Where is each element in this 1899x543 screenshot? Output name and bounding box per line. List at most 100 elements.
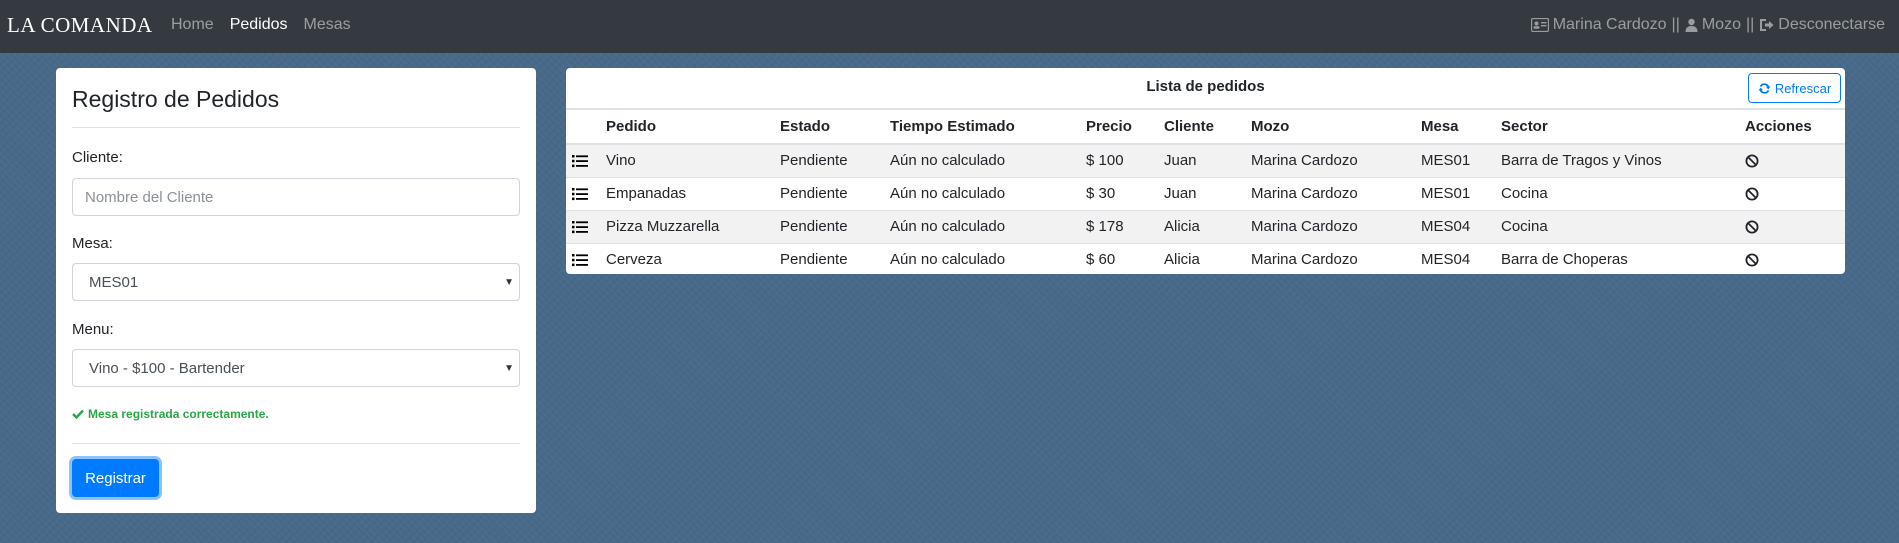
row-list-icon-cell[interactable]	[566, 143, 606, 177]
navbar: LA COMANDA Home Pedidos Mesas Marina Car…	[0, 0, 1899, 53]
header-row: Pedido Estado Tiempo Estimado Precio Cli…	[566, 108, 1845, 145]
mesa-select-value: MES01	[89, 273, 139, 291]
cell-pedido: Vino	[606, 143, 780, 177]
orders-card: Lista de pedidos Refrescar Pedido Estado…	[566, 68, 1845, 274]
cliente-input[interactable]	[72, 178, 520, 216]
cell-tiempo: Aún no calculado	[890, 209, 1086, 243]
menu-select[interactable]: Vino - $100 - Bartender ▼	[72, 349, 520, 387]
table-row: Cerveza Pendiente Aún no calculado $ 60 …	[566, 242, 1845, 274]
list-icon	[572, 253, 588, 266]
table-row: Empanadas Pendiente Aún no calculado $ 3…	[566, 176, 1845, 210]
mesa-label: Mesa:	[72, 235, 113, 252]
logout-link[interactable]: Desconectarse	[1759, 16, 1885, 34]
cell-cliente: Juan	[1164, 143, 1251, 177]
cell-acciones	[1745, 242, 1845, 274]
user-menu: Marina Cardozo || Mozo || Desconectarse	[1530, 16, 1885, 34]
chevron-down-icon: ▼	[504, 363, 514, 374]
id-card-icon	[1530, 18, 1549, 32]
header-precio: Precio	[1086, 108, 1164, 145]
header-icon-col	[566, 108, 606, 145]
separator: ||	[1745, 16, 1755, 33]
mesa-select[interactable]: MES01 ▼	[72, 263, 520, 301]
nav-link-pedidos[interactable]: Pedidos	[230, 16, 288, 34]
row-list-icon-cell[interactable]	[566, 242, 606, 274]
cell-precio: $ 60	[1086, 242, 1164, 274]
cell-mesa: MES01	[1421, 176, 1501, 210]
cell-cliente: Juan	[1164, 176, 1251, 210]
success-message: Mesa registrada correctamente.	[72, 407, 269, 421]
cell-estado: Pendiente	[780, 176, 890, 210]
user-name: Marina Cardozo	[1552, 16, 1667, 33]
user-name-item: Marina Cardozo	[1530, 16, 1667, 34]
header-cliente: Cliente	[1164, 108, 1251, 145]
cell-tiempo: Aún no calculado	[890, 143, 1086, 177]
header-estado: Estado	[780, 108, 890, 145]
orders-title: Lista de pedidos	[1146, 78, 1265, 95]
nav-link-home[interactable]: Home	[171, 16, 214, 34]
cell-precio: $ 30	[1086, 176, 1164, 210]
cell-estado: Pendiente	[780, 143, 890, 177]
role-item: Mozo	[1685, 16, 1741, 34]
cell-acciones	[1745, 143, 1845, 177]
cell-sector: Barra de Choperas	[1501, 242, 1745, 274]
cell-cliente: Alicia	[1164, 209, 1251, 243]
row-list-icon-cell[interactable]	[566, 176, 606, 210]
form-title: Registro de Pedidos	[72, 86, 280, 112]
logout-label: Desconectarse	[1778, 16, 1885, 33]
cell-precio: $ 100	[1086, 143, 1164, 177]
nav-links: Home Pedidos Mesas	[171, 16, 351, 34]
divider	[72, 127, 520, 128]
user-role: Mozo	[1701, 16, 1741, 33]
success-text: Mesa registrada correctamente.	[88, 407, 269, 421]
cell-sector: Barra de Tragos y Vinos	[1501, 143, 1745, 177]
cell-pedido: Pizza Muzzarella	[606, 209, 780, 243]
ban-icon[interactable]	[1745, 187, 1759, 201]
table-row: Pizza Muzzarella Pendiente Aún no calcul…	[566, 209, 1845, 243]
ban-icon[interactable]	[1745, 253, 1759, 267]
sign-out-icon	[1760, 19, 1774, 31]
cell-pedido: Cerveza	[606, 242, 780, 274]
cell-cliente: Alicia	[1164, 242, 1251, 274]
cell-mozo: Marina Cardozo	[1251, 143, 1421, 177]
cell-estado: Pendiente	[780, 209, 890, 243]
check-icon	[72, 409, 84, 419]
cell-pedido: Empanadas	[606, 176, 780, 210]
menu-label: Menu:	[72, 321, 114, 338]
header-mesa: Mesa	[1421, 108, 1501, 145]
order-form-card: Registro de Pedidos Cliente: Mesa: MES01…	[56, 68, 536, 513]
list-icon	[572, 187, 588, 200]
cell-estado: Pendiente	[780, 242, 890, 274]
ban-icon[interactable]	[1745, 154, 1759, 168]
refresh-icon	[1758, 82, 1771, 94]
orders-table-body: Vino Pendiente Aún no calculado $ 100 Ju…	[566, 143, 1845, 274]
cell-mozo: Marina Cardozo	[1251, 242, 1421, 274]
cell-acciones	[1745, 176, 1845, 210]
header-mozo: Mozo	[1251, 108, 1421, 145]
cell-tiempo: Aún no calculado	[890, 242, 1086, 274]
list-icon	[572, 154, 588, 167]
nav-link-mesas[interactable]: Mesas	[304, 16, 351, 34]
refresh-button[interactable]: Refrescar	[1748, 73, 1841, 103]
cell-mesa: MES01	[1421, 143, 1501, 177]
divider	[72, 443, 520, 444]
cell-acciones	[1745, 209, 1845, 243]
table-row: Vino Pendiente Aún no calculado $ 100 Ju…	[566, 143, 1845, 177]
ban-icon[interactable]	[1745, 220, 1759, 234]
cell-precio: $ 178	[1086, 209, 1164, 243]
user-icon	[1685, 18, 1698, 32]
row-list-icon-cell[interactable]	[566, 209, 606, 243]
chevron-down-icon: ▼	[504, 277, 514, 288]
list-icon	[572, 220, 588, 233]
header-acciones: Acciones	[1745, 108, 1845, 145]
refresh-label: Refrescar	[1774, 80, 1832, 96]
header-pedido: Pedido	[606, 108, 780, 145]
separator: ||	[1671, 16, 1680, 33]
brand-logo[interactable]: LA COMANDA	[7, 13, 153, 38]
cell-sector: Cocina	[1501, 176, 1745, 210]
cell-mesa: MES04	[1421, 209, 1501, 243]
cell-mozo: Marina Cardozo	[1251, 176, 1421, 210]
orders-table: Pedido Estado Tiempo Estimado Precio Cli…	[566, 108, 1845, 274]
orders-table-head: Pedido Estado Tiempo Estimado Precio Cli…	[566, 108, 1845, 145]
registrar-button[interactable]: Registrar	[72, 459, 159, 497]
cell-sector: Cocina	[1501, 209, 1745, 243]
